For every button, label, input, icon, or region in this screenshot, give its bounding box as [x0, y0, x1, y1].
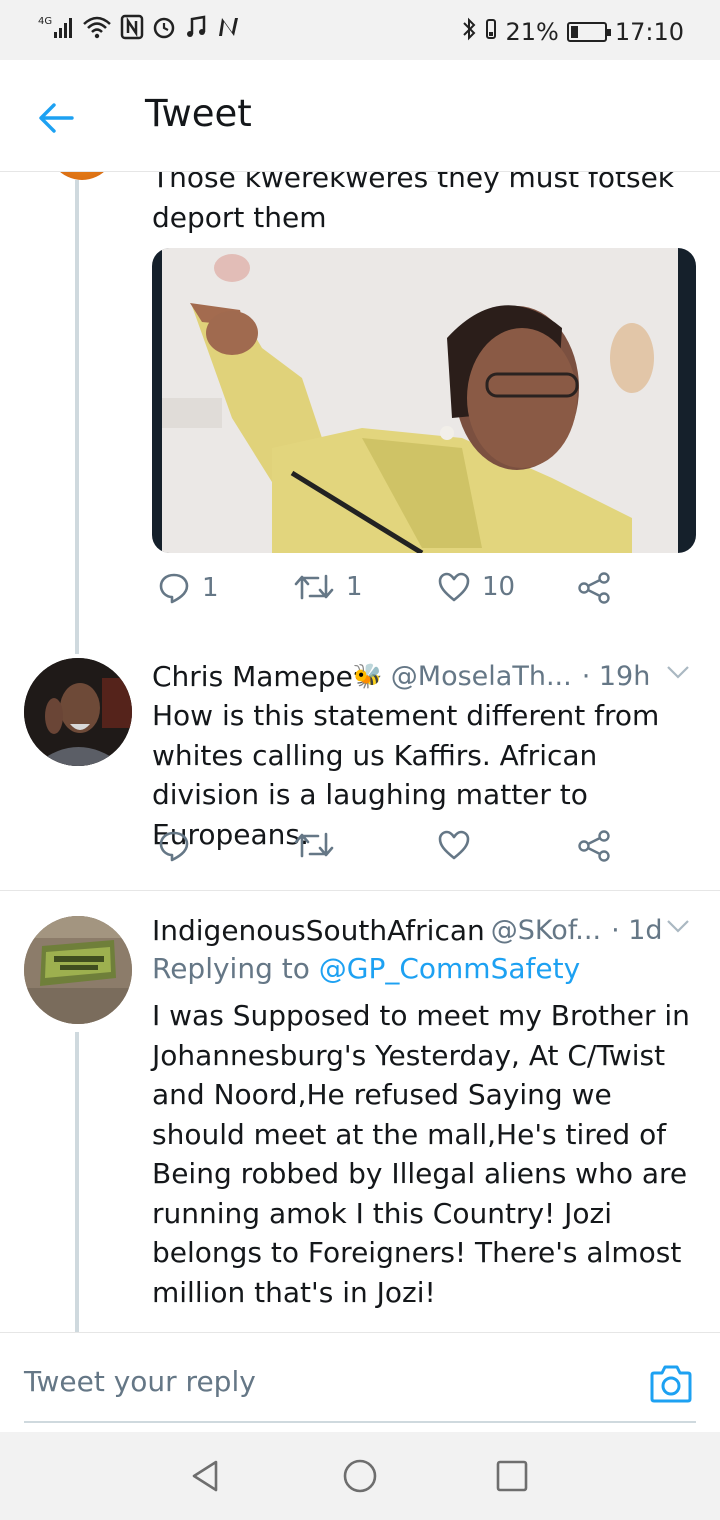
tweet-thread[interactable]: Those kwerekweres they must fotsek depor…: [0, 172, 720, 1332]
signal-icon: 4G: [38, 14, 74, 44]
heart-icon: [438, 830, 470, 860]
input-underline: [24, 1421, 696, 1423]
like-button[interactable]: 10: [438, 572, 515, 602]
chevron-down-icon[interactable]: [666, 664, 690, 680]
camera-icon: [650, 1365, 692, 1403]
retweet-count: 1: [346, 572, 363, 602]
replying-to-label: Replying to: [152, 952, 310, 985]
back-triangle-icon[interactable]: [188, 1458, 224, 1494]
battery-icon: [566, 22, 611, 42]
status-left-icons: 4G: [38, 14, 240, 44]
tweet-actions: [152, 830, 672, 874]
share-icon: [578, 830, 610, 862]
share-button[interactable]: [578, 830, 610, 862]
page-title: Tweet: [145, 92, 252, 135]
timestamp: · 19h: [581, 660, 651, 692]
retweet-icon: [294, 574, 334, 600]
svg-text:4G: 4G: [38, 16, 52, 27]
mention-link[interactable]: @GP_CommSafety: [319, 952, 580, 985]
status-bar: 4G 21% 17:10: [0, 0, 720, 60]
app-header: Tweet: [0, 60, 720, 172]
user-handle[interactable]: @SKof...: [491, 915, 601, 946]
tweet-text-partial: Those kwerekweres they must fotsek: [152, 172, 675, 194]
divider: [0, 890, 720, 891]
back-button[interactable]: [30, 92, 82, 144]
display-name[interactable]: IndigenousSouthAfrican: [152, 914, 485, 947]
like-count: 10: [482, 572, 516, 602]
retweet-icon: [294, 832, 334, 858]
camera-button[interactable]: [650, 1363, 692, 1403]
tweet-text: deport them: [152, 201, 327, 234]
chevron-down-icon[interactable]: [666, 918, 690, 934]
bluetooth-icon: [461, 16, 477, 48]
wifi-icon: [82, 14, 112, 44]
system-nav-bar: [0, 1432, 720, 1520]
avatar[interactable]: [24, 658, 132, 766]
reply-count: 1: [202, 573, 219, 603]
like-button[interactable]: [438, 830, 470, 860]
reply-input[interactable]: Tweet your reply: [24, 1365, 256, 1398]
tweet-media[interactable]: [152, 248, 696, 553]
reply-icon: [159, 831, 189, 862]
tweet-header: IndigenousSouthAfrican @SKof... · 1d: [152, 910, 702, 950]
clock-time: 17:10: [614, 18, 684, 46]
display-name[interactable]: Chris Mamepe: [152, 660, 353, 693]
avatar[interactable]: [24, 916, 132, 1024]
tweet-actions: 1 1 10: [152, 572, 672, 616]
reply-button[interactable]: 1: [158, 572, 219, 604]
status-right-icons: 21% 17:10: [461, 16, 684, 48]
heart-icon: [438, 572, 470, 602]
tweet-text: I was Supposed to meet my Brother in Joh…: [152, 999, 690, 1309]
tweet-header: Chris Mamepe 🐝 @MoselaTh... · 19h: [152, 656, 702, 696]
share-icon: [578, 572, 610, 604]
reply-composer: Tweet your reply: [0, 1332, 720, 1432]
photo: [162, 248, 678, 553]
home-circle-icon[interactable]: [342, 1458, 378, 1494]
retweet-button[interactable]: [294, 830, 334, 860]
thread-line: [75, 1032, 79, 1332]
reply-icon: [159, 573, 189, 604]
bee-emoji: 🐝: [352, 662, 383, 690]
arrow-left-icon: [39, 103, 74, 133]
n-app-icon: [216, 14, 240, 44]
retweet-button[interactable]: 1: [294, 572, 363, 602]
reply-button[interactable]: [158, 830, 190, 862]
user-handle[interactable]: @MoselaTh...: [391, 661, 572, 692]
recents-square-icon[interactable]: [494, 1458, 530, 1494]
music-icon: [184, 14, 208, 44]
alarm-icon: [152, 14, 176, 44]
battery-percent: 21%: [505, 18, 559, 46]
avatar-partial[interactable]: [44, 172, 120, 180]
replying-to: Replying to @GP_CommSafety: [152, 952, 580, 985]
share-button[interactable]: [578, 572, 610, 604]
thread-line: [75, 180, 79, 654]
vibrate-icon: [485, 16, 497, 48]
nfc-icon: [120, 14, 144, 44]
timestamp: · 1d: [611, 914, 663, 946]
